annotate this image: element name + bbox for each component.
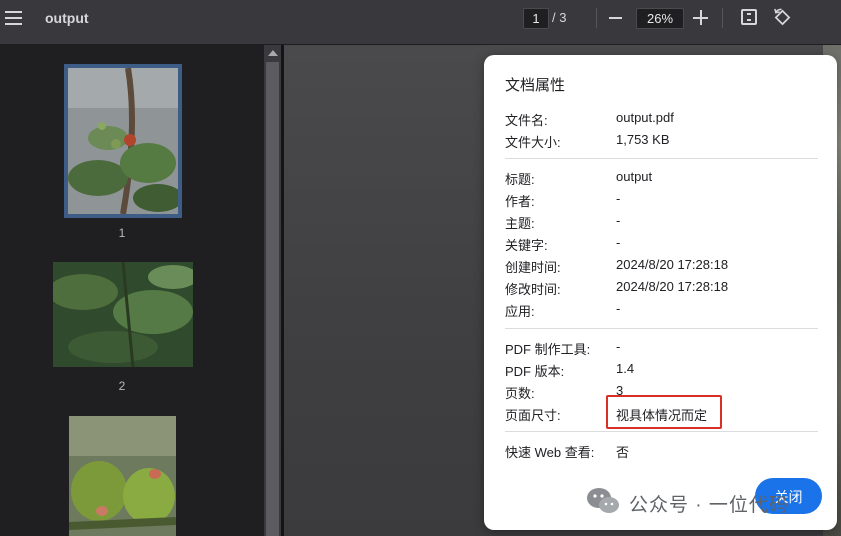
property-label: 文件大小:	[505, 135, 561, 150]
property-value: -	[616, 191, 621, 206]
thumbnail-page-3[interactable]	[69, 416, 176, 536]
property-row-filesize: 文件大小: 1,753 KB	[505, 132, 825, 150]
property-value: -	[616, 301, 621, 316]
property-label: PDF 制作工具:	[505, 342, 591, 357]
toolbar-divider	[722, 8, 723, 28]
menu-icon[interactable]	[5, 11, 22, 25]
divider	[505, 328, 818, 329]
wechat-logo-icon	[587, 488, 619, 513]
property-value: 2024/8/20 17:28:18	[616, 257, 729, 272]
property-label: 作者:	[505, 194, 535, 209]
property-value: 1.4	[616, 361, 635, 376]
page-number-input[interactable]: 1	[523, 8, 549, 29]
divider	[505, 158, 818, 159]
property-value: 1,753 KB	[616, 132, 670, 147]
zoom-out-icon[interactable]	[609, 17, 622, 19]
divider	[505, 431, 818, 432]
property-row-modified: 修改时间: 2024/8/20 17:28:18	[505, 279, 825, 297]
property-value: -	[616, 339, 621, 354]
property-row-application: 应用: -	[505, 301, 825, 319]
property-label: 关键字:	[505, 238, 548, 253]
thumbnail-image	[68, 68, 178, 214]
thumbnail-sidebar: 1 2	[0, 45, 264, 536]
document-properties-dialog: 文档属性 文件名: output.pdf 文件大小: 1,753 KB 标题: …	[484, 55, 837, 530]
thumbnail-page-2[interactable]	[53, 262, 193, 367]
property-value: -	[616, 235, 621, 250]
property-row-pdf-version: PDF 版本: 1.4	[505, 361, 825, 379]
thumbnail-image	[53, 262, 193, 367]
thumbnail-page-1[interactable]	[64, 64, 182, 218]
property-label: 文件名:	[505, 113, 548, 128]
property-row-subject: 主题: -	[505, 213, 825, 231]
property-label: 创建时间:	[505, 260, 561, 275]
property-value: 否	[616, 445, 630, 460]
property-label: 页数:	[505, 386, 535, 401]
watermark-text: 公众号 · 一位代码	[629, 495, 789, 516]
fit-page-icon[interactable]	[741, 9, 757, 25]
property-label: 应用:	[505, 304, 535, 319]
toolbar: output 1 / 3 26%	[0, 0, 841, 45]
property-row-keywords: 关键字: -	[505, 235, 825, 253]
zoom-level-input[interactable]: 26%	[636, 8, 684, 29]
scroll-up-arrow-icon[interactable]	[268, 50, 278, 56]
property-label: 快速 Web 查看:	[505, 445, 595, 460]
zoom-in-icon[interactable]	[693, 10, 708, 25]
property-row-author: 作者: -	[505, 191, 825, 209]
dialog-title: 文档属性	[505, 77, 566, 94]
thumbnail-label: 1	[118, 226, 126, 240]
property-label: 主题:	[505, 216, 535, 231]
thumbnail-label: 2	[118, 379, 126, 393]
property-row-producer: PDF 制作工具: -	[505, 339, 825, 357]
property-row-title: 标题: output	[505, 169, 825, 187]
property-label: 修改时间:	[505, 282, 561, 297]
property-label: 页面尺寸:	[505, 408, 561, 423]
page-total: / 3	[552, 10, 567, 25]
rotate-icon[interactable]	[773, 8, 792, 27]
property-value: output.pdf	[616, 110, 674, 125]
document-title: output	[45, 10, 89, 26]
property-row-created: 创建时间: 2024/8/20 17:28:18	[505, 257, 825, 275]
scrollbar-thumb[interactable]	[266, 62, 279, 536]
property-label: PDF 版本:	[505, 364, 565, 379]
toolbar-divider	[596, 8, 597, 28]
property-label: 标题:	[505, 172, 535, 187]
annotation-highlight-box	[606, 395, 722, 429]
thumbnail-image	[69, 416, 176, 536]
property-value: output	[616, 169, 653, 184]
property-value: 2024/8/20 17:28:18	[616, 279, 729, 294]
property-value: -	[616, 213, 621, 228]
property-row-filename: 文件名: output.pdf	[505, 110, 825, 128]
property-row-fast-web-view: 快速 Web 查看: 否	[505, 442, 825, 460]
